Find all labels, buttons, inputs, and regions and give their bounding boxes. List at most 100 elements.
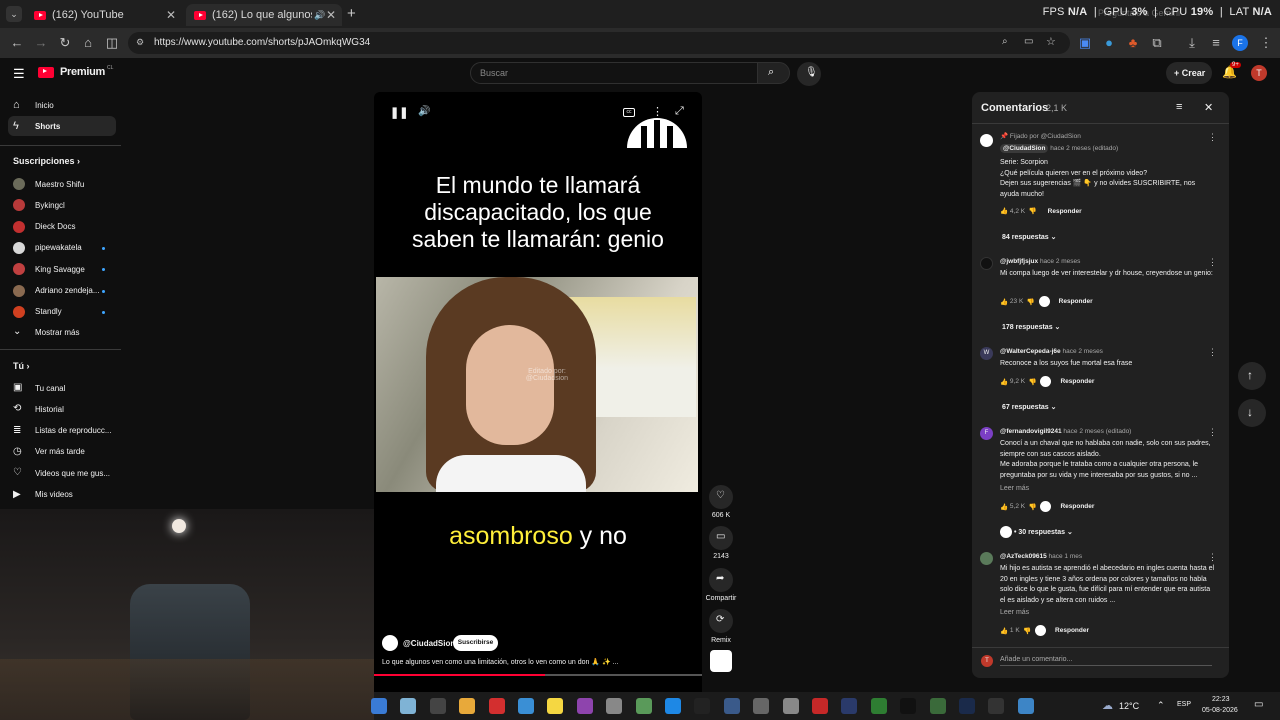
avatar[interactable]: [980, 134, 993, 147]
sidebar-item-subscription[interactable]: pipewakatela: [8, 238, 116, 258]
replies-toggle[interactable]: 84 respuestas ⌄: [1002, 233, 1057, 241]
replies-toggle[interactable]: 67 respuestas ⌄: [1002, 403, 1057, 411]
comment-menu-icon[interactable]: ⋮: [1208, 257, 1217, 268]
comment-menu-icon[interactable]: ⋮: [1208, 552, 1217, 563]
mail-taskbar-icon[interactable]: [518, 698, 534, 714]
sidebar-item-playlists[interactable]: ≣ Listas de reproducc...: [8, 421, 116, 441]
thumb-down-icon[interactable]: 👎: [1027, 298, 1035, 306]
sidebar-item-my-videos[interactable]: ▶ Mis videos: [8, 485, 116, 505]
clock-date[interactable]: 05-08-2026: [1202, 707, 1238, 714]
back-icon[interactable]: ←: [9, 35, 25, 51]
photos-taskbar-icon[interactable]: [606, 698, 623, 714]
thumb-up-icon[interactable]: 👍: [1000, 503, 1008, 511]
sidebar-item-shorts[interactable]: ϟ Shorts: [8, 116, 116, 136]
sidebar-item-subscription[interactable]: Bykingcl: [8, 195, 116, 215]
sidebar-item-subscription[interactable]: Dieck Docs: [8, 217, 116, 237]
nvidia-taskbar-icon[interactable]: [870, 698, 887, 714]
comment-menu-icon[interactable]: ⋮: [1208, 347, 1217, 358]
comment-author[interactable]: @jwbfjfjsjux: [1000, 258, 1038, 265]
comment-time[interactable]: hace 1 mes: [1049, 553, 1083, 560]
guide-menu-icon[interactable]: ☰: [13, 66, 25, 82]
tiktok-taskbar-icon[interactable]: [900, 698, 917, 714]
sidebar-item-channel[interactable]: ▣ Tu canal: [8, 378, 116, 398]
comment-author[interactable]: @CiudadSion: [1000, 144, 1049, 153]
read-more-link[interactable]: Leer más: [1000, 485, 1029, 492]
sidebar-item-subscription[interactable]: King Savagge: [8, 259, 116, 279]
extension-2-icon[interactable]: ♣: [1125, 35, 1141, 51]
clock-time[interactable]: 22:23: [1212, 696, 1230, 703]
tab-close-icon[interactable]: ✕: [166, 8, 176, 22]
video-description[interactable]: Lo que algunos ven como una limitación, …: [382, 658, 682, 666]
thumb-down-icon[interactable]: 👎: [1029, 378, 1037, 386]
sidebar-show-more[interactable]: ⌄ Mostrar más: [8, 322, 116, 342]
close-icon[interactable]: ✕: [1204, 101, 1213, 114]
browser-tab-short[interactable]: (162) Lo que algunos ven c 🔊 ✕: [186, 4, 342, 26]
record-taskbar-icon[interactable]: [812, 698, 828, 714]
cast-icon[interactable]: ▭: [1024, 36, 1033, 47]
reply-button[interactable]: Responder: [1059, 298, 1093, 305]
explorer-taskbar-icon[interactable]: [459, 698, 476, 714]
thumb-down-icon[interactable]: 👎: [1029, 207, 1037, 215]
address-bar[interactable]: ⚙ https://www.youtube.com/shorts/pJAOmkq…: [128, 32, 1070, 54]
comment-author[interactable]: @fernandovigil9241: [1000, 428, 1062, 435]
avatar[interactable]: W: [980, 347, 993, 360]
zoom-taskbar-icon[interactable]: [635, 698, 652, 714]
thumb-up-icon[interactable]: 👍: [1000, 298, 1008, 306]
minecraft-taskbar-icon[interactable]: [929, 698, 946, 714]
split-view-icon[interactable]: ◫: [104, 35, 120, 51]
channel-name[interactable]: @CiudadSion: [403, 639, 455, 648]
sidebar-item-inicio[interactable]: ⌂ Inicio: [8, 95, 116, 115]
new-tab-button[interactable]: +: [347, 5, 356, 22]
notifications-button[interactable]: 🔔 9+: [1222, 62, 1241, 79]
channel-avatar[interactable]: [382, 635, 398, 651]
avatar[interactable]: [980, 552, 993, 565]
sort-icon[interactable]: ≡: [1176, 101, 1182, 113]
comment-time[interactable]: hace 2 meses: [1062, 348, 1102, 355]
sidebar-item-like[interactable]: ♡ Videos que me gus...: [8, 463, 116, 483]
opera-taskbar-icon[interactable]: [488, 698, 505, 714]
pause-icon[interactable]: ❚❚: [390, 106, 408, 119]
tab-audio-icon[interactable]: 🔊: [314, 10, 325, 21]
bookmark-star-icon[interactable]: ☆: [1046, 35, 1056, 48]
notepad-taskbar-icon[interactable]: [400, 698, 417, 714]
thumb-up-icon[interactable]: 👍: [1000, 627, 1008, 635]
sidebar-item-subscription[interactable]: Maestro Shifu: [8, 174, 116, 194]
comment-time[interactable]: hace 2 meses (editado): [1050, 145, 1118, 152]
thumb-up-icon[interactable]: 👍: [1000, 207, 1008, 215]
browser-menu-icon[interactable]: ⋮: [1258, 35, 1274, 51]
comment-time[interactable]: hace 2 meses (editado): [1063, 428, 1131, 435]
tray-chevron-icon[interactable]: ⌃: [1157, 700, 1165, 711]
comment-author[interactable]: @AzTeck09615: [1000, 553, 1047, 560]
reload-icon[interactable]: ↻: [57, 35, 73, 51]
add-comment-input[interactable]: Añade un comentario...: [1000, 656, 1212, 666]
weather-temp[interactable]: 12°C: [1119, 701, 1139, 711]
settings-taskbar-icon[interactable]: [753, 698, 770, 714]
remix-button[interactable]: ⟳: [709, 609, 733, 633]
sidebar-item-history[interactable]: ⟲ Historial: [8, 399, 116, 419]
weather-icon[interactable]: ☁: [1102, 699, 1113, 712]
edge-taskbar-icon[interactable]: [371, 698, 387, 714]
extensions-puzzle-icon[interactable]: ⧉: [1149, 35, 1165, 51]
forward-icon[interactable]: →: [33, 35, 49, 51]
twitch-taskbar-icon[interactable]: [576, 698, 593, 714]
translate-extension-icon[interactable]: ▣: [1077, 35, 1093, 51]
you-heading[interactable]: Tú ›: [13, 361, 30, 371]
profile-avatar[interactable]: F: [1232, 35, 1248, 51]
zoom-meeting-taskbar-icon[interactable]: [665, 698, 681, 714]
zoom-icon[interactable]: ⌕: [1002, 36, 1008, 47]
comment-time[interactable]: hace 2 meses: [1040, 258, 1080, 265]
box-taskbar-icon[interactable]: [841, 698, 858, 714]
subscribe-button[interactable]: Suscribirse: [453, 635, 498, 651]
search-input[interactable]: Buscar: [470, 62, 758, 84]
previous-short-button[interactable]: ↑: [1238, 362, 1266, 390]
video-progress-bar[interactable]: [374, 674, 702, 676]
sidebar-item-subscription[interactable]: Standly: [8, 302, 116, 322]
sound-channel-thumbnail[interactable]: [710, 650, 732, 672]
account-avatar[interactable]: T: [1251, 65, 1267, 81]
avatar[interactable]: [980, 257, 993, 270]
next-short-button[interactable]: ↓: [1238, 399, 1266, 427]
shorts-video-player[interactable]: ❚❚ 🔊 cc ⋮ ⤢ El mundo te llamará discapac…: [374, 92, 702, 698]
tab-close-icon[interactable]: ✕: [326, 8, 336, 22]
replies-toggle[interactable]: 178 respuestas ⌄: [1002, 323, 1060, 331]
avatar[interactable]: F: [980, 427, 993, 440]
